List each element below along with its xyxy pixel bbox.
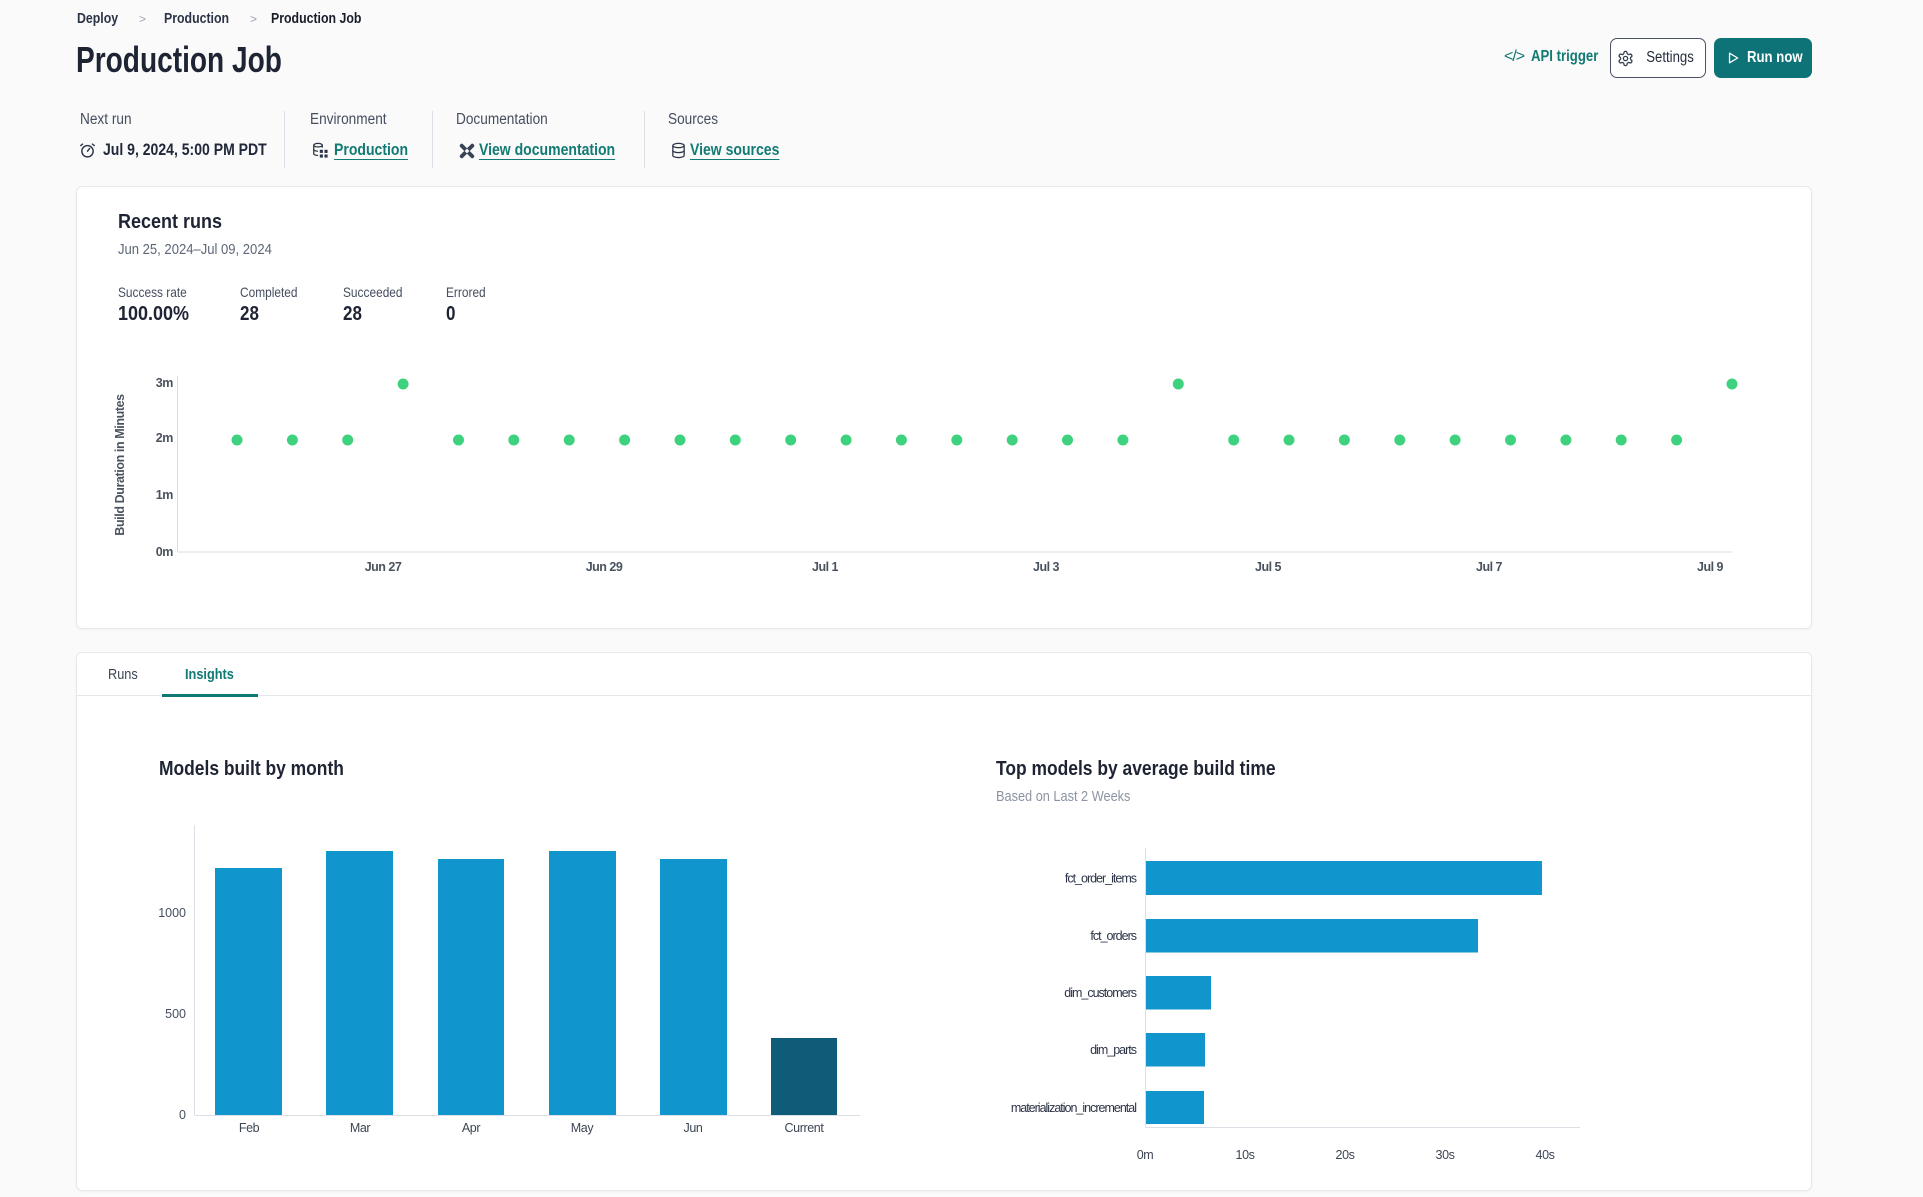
svg-text:30s: 30s [1436,1148,1455,1162]
svg-text:Jun 29: Jun 29 [586,560,623,574]
svg-text:0: 0 [179,1108,186,1122]
svg-text:Build Duration in Minutes: Build Duration in Minutes [113,394,127,536]
svg-text:0m: 0m [156,545,174,559]
svg-text:Apr: Apr [462,1121,480,1135]
svg-text:Jun: Jun [684,1121,703,1135]
svg-text:2m: 2m [156,431,174,445]
svg-text:1m: 1m [156,488,174,502]
svg-text:fct_orders: fct_orders [1090,929,1136,943]
svg-text:Current: Current [785,1121,825,1135]
svg-text:Mar: Mar [350,1121,371,1135]
svg-text:materialization_incremental: materialization_incremental [1011,1101,1136,1115]
svg-text:Jul 9: Jul 9 [1697,560,1724,574]
svg-text:dim_customers: dim_customers [1064,986,1136,1000]
svg-text:40s: 40s [1536,1148,1555,1162]
svg-text:3m: 3m [156,376,174,390]
svg-text:Jun 27: Jun 27 [365,560,402,574]
svg-text:Jul 5: Jul 5 [1255,560,1282,574]
svg-text:May: May [571,1121,595,1135]
svg-text:0m: 0m [1137,1148,1154,1162]
svg-text:20s: 20s [1336,1148,1355,1162]
svg-text:Jul 1: Jul 1 [812,560,839,574]
svg-text:500: 500 [165,1007,186,1021]
svg-text:1000: 1000 [158,906,186,920]
svg-text:Feb: Feb [239,1121,260,1135]
svg-text:Jul 7: Jul 7 [1476,560,1503,574]
svg-text:dim_parts: dim_parts [1090,1043,1137,1057]
svg-text:Jul 3: Jul 3 [1033,560,1060,574]
svg-text:fct_order_items: fct_order_items [1065,872,1137,886]
svg-text:10s: 10s [1236,1148,1255,1162]
